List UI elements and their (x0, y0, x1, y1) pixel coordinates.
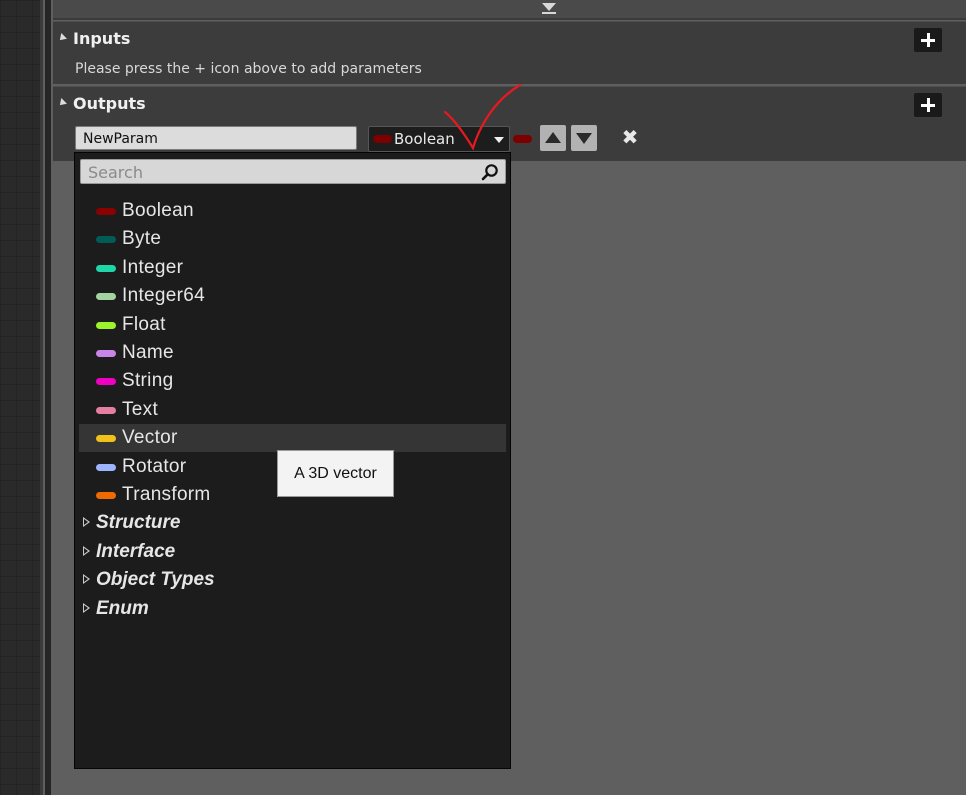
add-input-button[interactable] (914, 28, 942, 52)
type-color-pill (96, 208, 116, 215)
type-option-label: Byte (122, 228, 162, 250)
collapse-arrow-icon[interactable] (542, 3, 556, 11)
param-name-field[interactable]: NewParam (75, 126, 357, 150)
type-option-boolean[interactable]: Boolean (79, 197, 506, 225)
red-checkmark-annotation (443, 83, 522, 151)
category-label: Object Types (96, 569, 215, 591)
outputs-title: Outputs (73, 94, 146, 113)
category-interface[interactable]: Interface (79, 538, 506, 566)
expand-arrow-icon[interactable] (83, 574, 90, 585)
category-label: Enum (96, 597, 149, 619)
type-search-input[interactable]: Search (80, 159, 506, 184)
add-output-button[interactable] (914, 93, 942, 117)
type-color-pill (96, 492, 116, 499)
type-color-pill (96, 236, 116, 244)
inputs-section: Inputs Please press the + icon above to … (53, 21, 966, 84)
type-option-integer64[interactable]: Integer64 (79, 282, 506, 310)
type-color-pill (96, 378, 116, 386)
type-option-label: Float (122, 313, 166, 335)
type-option-label: Name (122, 342, 174, 363)
collapse-bar-icon (542, 12, 556, 14)
arrow-up-icon (545, 132, 561, 143)
graph-gutter (0, 0, 40, 795)
type-option-byte[interactable]: Byte (79, 225, 506, 253)
inputs-hint: Please press the + icon above to add par… (75, 61, 422, 77)
type-color-pill (96, 435, 116, 443)
expand-arrow-icon[interactable] (83, 517, 90, 528)
type-color-pill (96, 293, 116, 301)
category-enum[interactable]: Enum (79, 595, 506, 623)
type-option-text[interactable]: Text (79, 396, 506, 424)
type-option-label: Transform (122, 484, 211, 505)
expand-arrow-icon[interactable] (83, 602, 90, 613)
gutter-border (40, 0, 43, 795)
type-color-pill (96, 264, 116, 272)
plus-icon-vertical (927, 33, 930, 47)
move-down-button[interactable] (571, 125, 597, 151)
type-option-float[interactable]: Float (79, 311, 506, 339)
type-tooltip: A 3D vector (277, 450, 394, 497)
category-label: Structure (96, 512, 181, 534)
type-option-label: Integer64 (122, 285, 205, 307)
search-placeholder: Search (88, 163, 143, 182)
inputs-title: Inputs (73, 29, 131, 48)
category-structure[interactable]: Structure (79, 509, 506, 537)
type-option-string[interactable]: String (79, 367, 506, 395)
type-option-label: Boolean (122, 200, 194, 221)
type-color-pill (96, 350, 116, 357)
type-option-integer[interactable]: Integer (79, 254, 506, 282)
move-up-button[interactable] (540, 125, 566, 151)
expand-triangle-icon[interactable] (57, 33, 67, 43)
category-label: Interface (96, 540, 176, 562)
close-icon: ✖ (621, 125, 639, 149)
inputs-header[interactable]: Inputs (53, 22, 966, 52)
type-option-label: Text (122, 398, 159, 420)
type-color-pill (96, 463, 116, 471)
type-option-label: Rotator (122, 455, 187, 477)
type-color-pill (373, 135, 392, 143)
arrow-down-icon (576, 133, 592, 144)
category-object-types[interactable]: Object Types (79, 566, 506, 594)
type-option-label: String (122, 370, 174, 392)
collapse-strip[interactable] (53, 0, 966, 20)
type-color-pill (96, 406, 116, 414)
type-option-label: Vector (122, 427, 178, 449)
type-color-pill (96, 321, 116, 329)
remove-param-button[interactable]: ✖ (620, 127, 640, 147)
search-icon (481, 164, 498, 181)
expand-triangle-icon[interactable] (57, 98, 67, 108)
expand-arrow-icon[interactable] (83, 545, 90, 556)
type-option-vector[interactable]: Vector (79, 424, 506, 453)
plus-icon-vertical (927, 98, 930, 112)
type-option-label: Integer (122, 256, 184, 278)
type-option-name[interactable]: Name (79, 339, 506, 367)
